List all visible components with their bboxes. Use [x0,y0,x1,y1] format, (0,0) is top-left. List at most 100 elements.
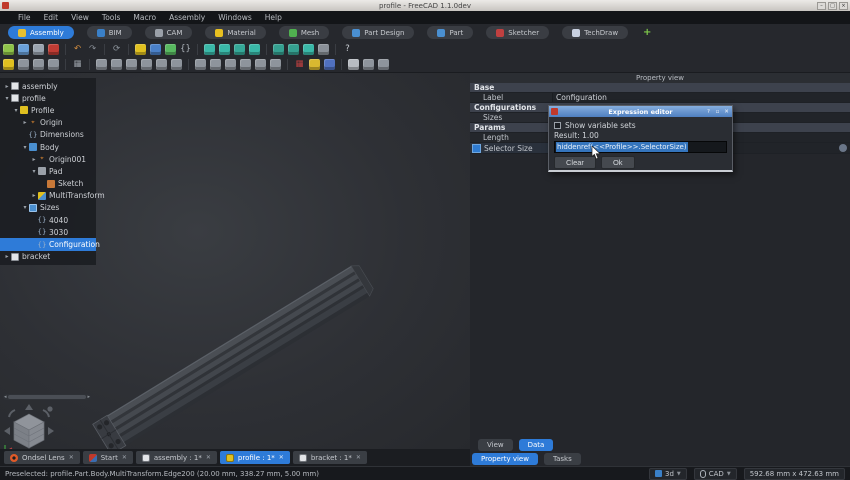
filter-icon[interactable] [309,59,320,70]
tree-item-body[interactable]: Body [0,141,96,153]
property-group-base[interactable]: Base [470,83,850,93]
solid-box-icon[interactable] [96,59,107,70]
box-element-selection-icon[interactable] [150,43,161,55]
solid-cylinder-icon[interactable] [111,59,122,70]
menu-assembly[interactable]: Assembly [169,13,205,22]
draft-icon[interactable] [240,59,251,70]
tree-item-sketch[interactable]: Sketch [0,178,96,190]
tree-item-pad[interactable]: Pad [0,165,96,177]
tab-profile[interactable]: profile : 1* ✕ [219,451,290,464]
exploded-view-icon[interactable] [273,43,284,55]
whats-this-icon[interactable]: ? [342,44,353,55]
tree-item-profile[interactable]: profile [0,92,96,104]
insert-body-icon[interactable] [33,59,44,70]
tree-item-sizes[interactable]: Sizes [0,202,96,214]
workbench-tab-material[interactable]: Material [205,26,266,39]
solid-sphere-icon[interactable] [126,59,137,70]
expression-editor-button[interactable] [839,144,847,152]
menu-file[interactable]: File [18,13,31,22]
bill-of-materials-icon[interactable] [288,43,299,55]
dialog-help-button[interactable]: ? [705,109,712,115]
ok-button[interactable]: Ok [600,156,635,169]
workbench-tab-techdraw[interactable]: TechDraw [562,26,629,39]
save-document-icon[interactable] [33,43,44,55]
menu-view[interactable]: View [71,13,89,22]
render-mode-selector[interactable]: 3d ▼ [648,467,687,480]
tree-horizontal-scrollbar[interactable]: ◂ ▸ [3,394,91,400]
tree-item-origin001[interactable]: ⌖Origin001 [0,153,96,165]
thickness-icon[interactable] [255,59,266,70]
workbench-tab-cam[interactable]: CAM [144,26,193,39]
workbench-tab-bim[interactable]: BIM [86,26,132,39]
workbench-tab-part-design[interactable]: Part Design [342,26,415,39]
undo-icon[interactable]: ↶ [72,44,83,55]
new-document-icon[interactable] [3,43,14,55]
preferences-icon[interactable] [363,59,374,70]
variable-set-icon[interactable] [3,59,14,70]
tree-item-3030[interactable]: {} 3030 [0,226,96,238]
fixed-joint-icon[interactable] [219,43,230,55]
tree-item-dimensions[interactable]: {} Dimensions [0,129,96,141]
refresh-icon[interactable]: ⟳ [111,44,122,55]
boolean-union-icon[interactable] [171,59,182,70]
menu-edit[interactable]: Edit [44,13,59,22]
workbench-tab-sketcher[interactable]: Sketcher [486,26,550,39]
tree-item-assembly[interactable]: assembly [0,80,96,92]
menu-windows[interactable]: Windows [218,13,251,22]
menu-macro[interactable]: Macro [133,13,156,22]
revolute-joint-icon[interactable] [234,43,245,55]
clear-button[interactable]: Clear [554,156,596,169]
tree-item-profile-part[interactable]: Profile [0,104,96,116]
tab-property-view[interactable]: Property view [472,453,538,465]
menu-help[interactable]: Help [265,13,282,22]
insert-part-icon[interactable] [18,59,29,70]
tab-bracket[interactable]: bracket : 1* ✕ [292,451,367,464]
create-joint-icon[interactable] [204,43,215,55]
workbench-tab-mesh[interactable]: Mesh [278,26,330,39]
expression-input[interactable]: hiddenref(<<Profile>>.SelectorSize) [554,141,727,153]
tree-item-configuration[interactable]: {} Configuration [0,238,100,251]
dialog-close-button[interactable]: ✕ [723,109,730,115]
tree-item-origin[interactable]: ⌖Origin [0,117,96,129]
dialog-title-bar[interactable]: Expression editor ? ▫ ✕ [549,106,732,117]
close-document-icon[interactable] [48,43,59,55]
add-workbench-button[interactable]: + [643,27,651,38]
defeaturing-icon[interactable] [324,59,335,70]
mirror-icon[interactable] [195,59,206,70]
expression-editor-icon[interactable]: {} [180,44,191,55]
show-variable-sets-checkbox[interactable] [554,121,561,129]
solid-cone-icon[interactable] [141,59,152,70]
tab-tasks[interactable]: Tasks [543,453,581,465]
workbench-tab-assembly[interactable]: Assembly [8,26,74,39]
dialog-restore-button[interactable]: ▫ [714,109,721,115]
grounded-joint-icon[interactable] [303,43,314,55]
parts-table-icon[interactable]: ▦ [72,59,83,70]
grid-toggle-icon[interactable] [378,59,389,70]
clipboard-icon[interactable] [348,59,359,70]
close-tab-icon[interactable]: ✕ [69,454,74,461]
tab-view[interactable]: View [478,439,513,451]
workbench-tab-part[interactable]: Part [427,26,474,39]
insert-group-icon[interactable] [48,59,59,70]
tab-data[interactable]: Data [518,439,554,451]
menu-tools[interactable]: Tools [102,13,120,22]
tree-item-multitransform[interactable]: MultiTransform [0,190,105,202]
assembly-solve-icon[interactable] [249,43,260,55]
transform-icon[interactable] [270,59,281,70]
measure-icon[interactable] [165,43,176,55]
tab-assembly[interactable]: assembly : 1* ✕ [135,451,217,464]
close-tab-icon[interactable]: ✕ [206,454,211,461]
close-tab-icon[interactable]: ✕ [122,454,127,461]
edit-appearance-icon[interactable] [135,43,146,55]
close-tab-icon[interactable]: ✕ [279,454,284,461]
tree-item-4040[interactable]: {} 4040 [0,214,96,226]
chamfer-icon[interactable] [225,59,236,70]
toggle-grounded-icon[interactable] [318,43,329,55]
fillet-icon[interactable] [210,59,221,70]
spreadsheet-icon[interactable]: ▦ [294,59,305,70]
solid-torus-icon[interactable] [156,59,167,70]
property-row-label[interactable]: Label Configuration [470,93,850,103]
tab-start[interactable]: Start ✕ [82,451,133,464]
close-tab-icon[interactable]: ✕ [356,454,361,461]
tree-item-bracket[interactable]: bracket [0,251,96,263]
